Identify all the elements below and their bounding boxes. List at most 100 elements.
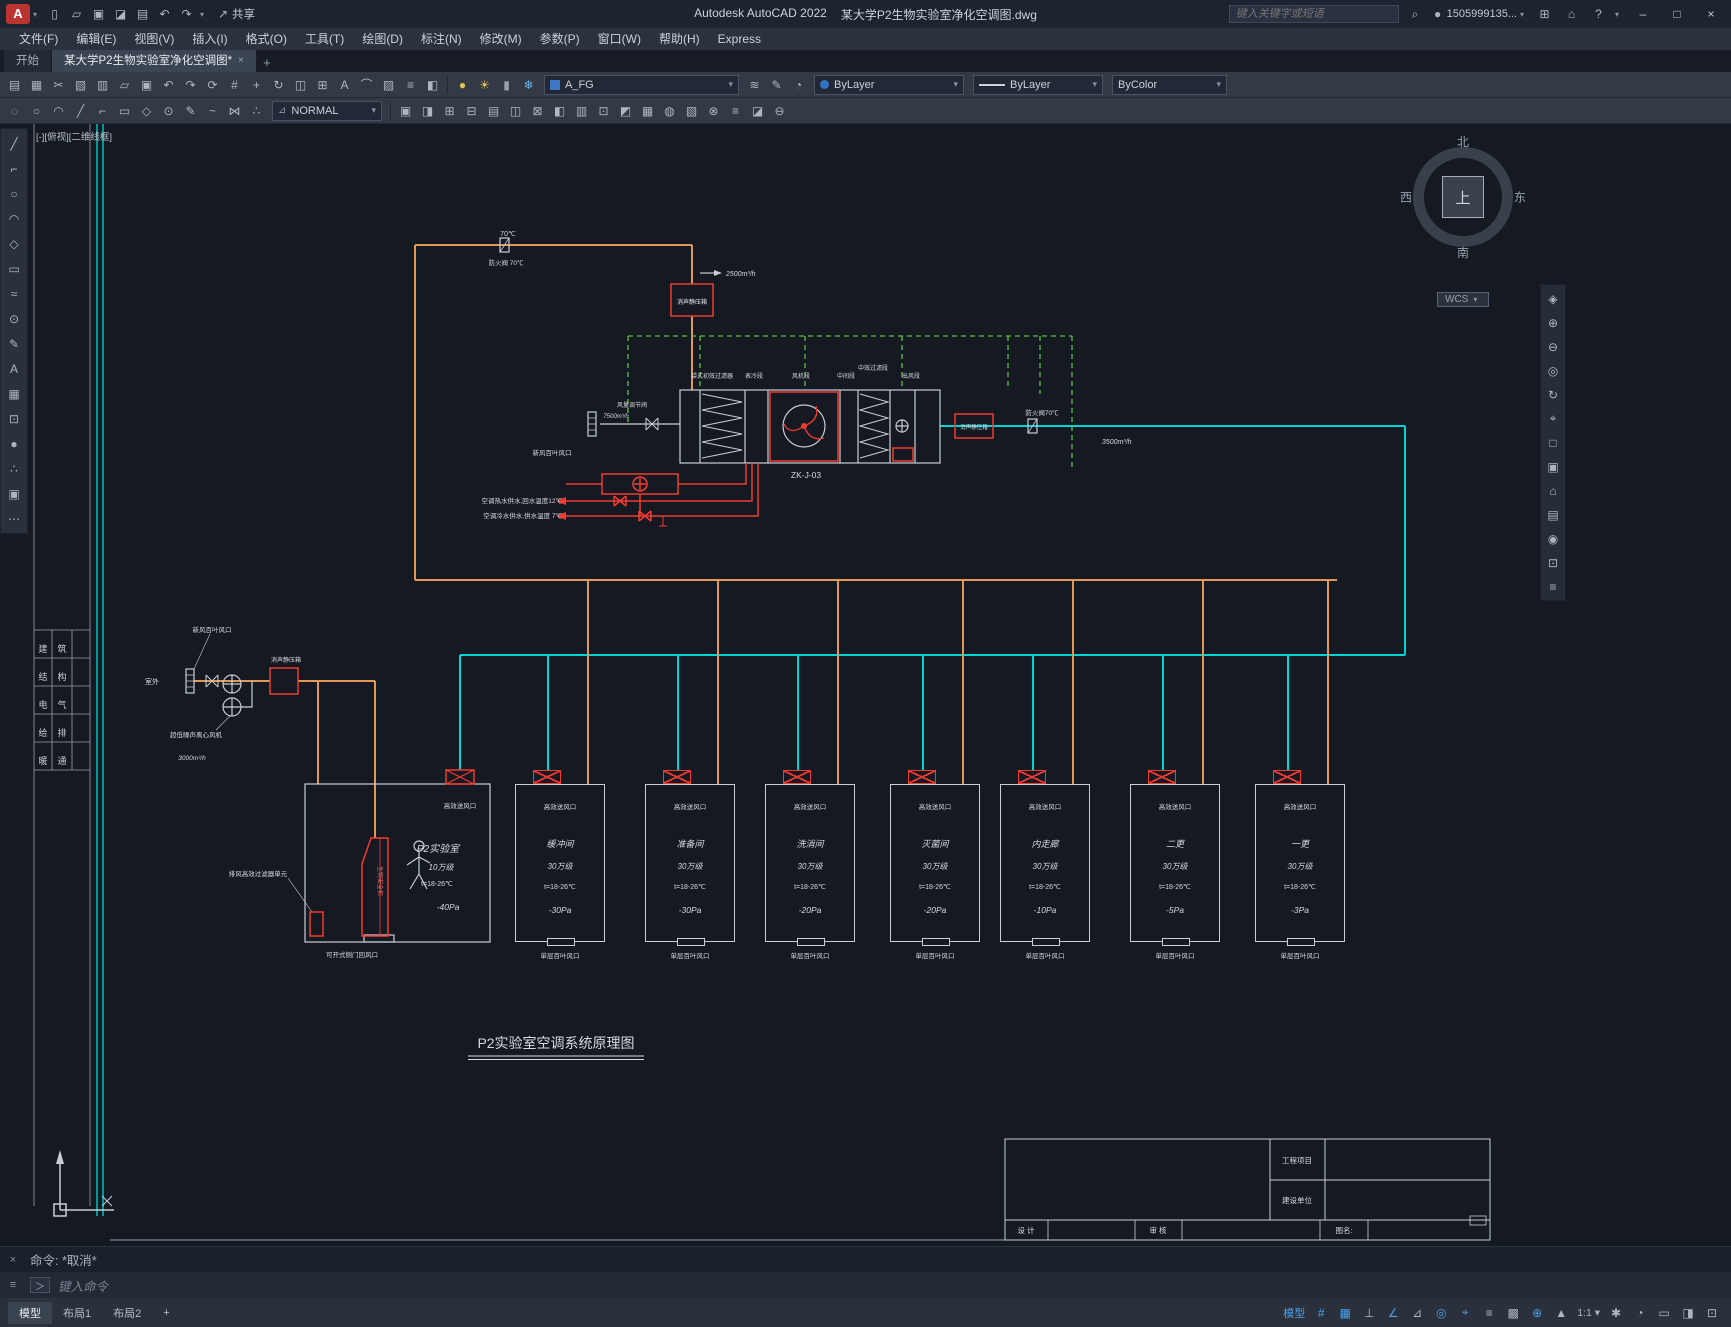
menu-item[interactable]: 工具(T) — [296, 28, 353, 50]
divide-icon[interactable]: ∴ — [3, 457, 25, 480]
transparency-toggle[interactable]: ▩ — [1502, 1302, 1524, 1323]
menu-item[interactable]: 窗口(W) — [589, 28, 650, 50]
polyline-icon[interactable]: ⌐ — [92, 101, 113, 121]
lineweight-toggle[interactable]: ≡ — [1478, 1302, 1500, 1323]
drawing-canvas[interactable]: 建筑 结构 电气 给排 暖通 70℃ 防火阀 70℃ 2500m³/h 消声静压… — [0, 124, 1731, 1246]
dynamic-input-toggle[interactable]: ⊕ — [1526, 1302, 1548, 1323]
zoom-out-icon[interactable]: ⊖ — [1542, 335, 1564, 358]
viewcube-west[interactable]: 西 — [1400, 189, 1412, 206]
fillet-icon[interactable]: ◩ — [615, 101, 636, 121]
spline-icon[interactable]: ~ — [202, 101, 223, 121]
save-icon[interactable]: ▣ — [136, 75, 157, 95]
more-icon[interactable]: ⋯ — [3, 507, 25, 530]
text-icon[interactable]: A — [3, 357, 25, 380]
mirror-icon[interactable]: ◫ — [505, 101, 526, 121]
command-input-placeholder[interactable]: 键入命令 — [58, 1276, 108, 1295]
clean-icon[interactable]: ⊡ — [1542, 551, 1564, 574]
menu-item[interactable]: 修改(M) — [471, 28, 531, 50]
array-icon[interactable]: ⊞ — [312, 75, 333, 95]
undo-icon[interactable]: ↶ — [158, 75, 179, 95]
account-menu[interactable]: ● 1505999135... ▾ — [1432, 4, 1528, 24]
menu-item[interactable]: 文件(F) — [10, 28, 67, 50]
viewcube[interactable]: 上 北 南 西 东 — [1398, 132, 1528, 262]
help-icon[interactable]: ? — [1588, 4, 1609, 24]
viewcube-east[interactable]: 东 — [1514, 189, 1526, 206]
logo-dropdown-icon[interactable]: ▾ — [33, 10, 41, 19]
line-icon[interactable]: ╱ — [70, 101, 91, 121]
multiply-icon[interactable]: ⊗ — [703, 101, 724, 121]
circle-icon[interactable]: ○ — [26, 101, 47, 121]
subtract-icon[interactable]: ⊟ — [461, 101, 482, 121]
layer-freeze-icon[interactable]: ❄ — [518, 75, 539, 95]
tab-start[interactable]: 开始 — [4, 50, 51, 72]
paste-icon[interactable]: ▤ — [4, 75, 25, 95]
help-dropdown-icon[interactable]: ▾ — [1615, 10, 1623, 19]
move-icon[interactable]: + — [246, 75, 267, 95]
minimize-button[interactable]: – — [1629, 3, 1657, 25]
stack-icon[interactable]: ≡ — [725, 101, 746, 121]
intersect-icon[interactable]: ⋈ — [224, 101, 245, 121]
menu-item[interactable]: Express — [709, 28, 770, 50]
rotate-icon[interactable]: ↻ — [268, 75, 289, 95]
tab-layout2[interactable]: 布局2 — [102, 1302, 152, 1324]
steering-wheel-icon[interactable]: ◈ — [1542, 287, 1564, 310]
point-icon[interactable]: ● — [3, 432, 25, 455]
properties-icon[interactable]: ◧ — [422, 75, 443, 95]
autocad-logo[interactable]: A — [6, 4, 30, 24]
explode-icon[interactable]: ⊠ — [527, 101, 548, 121]
orbit-icon[interactable]: ◎ — [1542, 359, 1564, 382]
block-icon[interactable]: ▣ — [3, 482, 25, 505]
plot-icon[interactable]: ▥ — [571, 101, 592, 121]
edit-icon[interactable]: ✎ — [3, 332, 25, 355]
redo-icon[interactable]: ↷ — [176, 4, 197, 24]
ortho-toggle[interactable]: ⊥ — [1358, 1302, 1380, 1323]
open-icon[interactable]: ▱ — [114, 75, 135, 95]
viewcube-top-face[interactable]: 上 — [1442, 176, 1484, 218]
units-display[interactable]: ▭ — [1653, 1302, 1675, 1323]
layer-list-icon[interactable]: ≡ — [400, 75, 421, 95]
center-icon[interactable]: ⌖ — [1542, 407, 1564, 430]
annotation-monitor[interactable]: ◔ — [1629, 1302, 1651, 1323]
menu-icon[interactable]: ≡ — [1542, 575, 1564, 598]
menu-item[interactable]: 视图(V) — [125, 28, 183, 50]
menu-item[interactable]: 绘图(D) — [353, 28, 412, 50]
model-space-toggle[interactable]: 模型 — [1280, 1302, 1308, 1323]
command-input-row[interactable]: ≡ ＞ 键入命令 — [0, 1272, 1731, 1298]
array-icon[interactable]: ⊞ — [439, 101, 460, 121]
refresh-icon[interactable]: ↻ — [1542, 383, 1564, 406]
annotation-scale[interactable]: 1:1 ▾ — [1574, 1302, 1603, 1323]
wipeout-icon[interactable]: ◪ — [747, 101, 768, 121]
grid-icon[interactable]: # — [224, 75, 245, 95]
window-icon[interactable]: ▣ — [1542, 455, 1564, 478]
make-current-icon[interactable]: ✎ — [766, 75, 787, 95]
layer-thaw-sun-icon[interactable]: ☀ — [474, 75, 495, 95]
circle-icon[interactable]: ○ — [3, 182, 25, 205]
color-combo[interactable]: ByLayer ▾ — [814, 74, 964, 95]
target-icon[interactable]: ◉ — [1542, 527, 1564, 550]
zoom-in-icon[interactable]: ⊕ — [1542, 311, 1564, 334]
save-as-icon[interactable]: ◪ — [110, 4, 131, 24]
style-combo[interactable]: ⊿ NORMAL ▾ — [272, 100, 382, 121]
restore-button[interactable]: □ — [1663, 3, 1691, 25]
redo-icon[interactable]: ↷ — [180, 75, 201, 95]
menu-item[interactable]: 标注(N) — [412, 28, 471, 50]
osnap-toggle[interactable]: ◎ — [1430, 1302, 1452, 1323]
share-button[interactable]: ↗ 共享 — [217, 4, 255, 24]
paste-icon[interactable]: ▤ — [483, 101, 504, 121]
qat-dropdown-icon[interactable]: ▾ — [200, 10, 208, 19]
region-icon[interactable]: ⊡ — [593, 101, 614, 121]
sketch-icon[interactable]: ✎ — [180, 101, 201, 121]
search-icon[interactable]: ⌕ — [1405, 4, 1426, 24]
offset-icon[interactable]: ⊖ — [769, 101, 790, 121]
boundary-icon[interactable]: ▧ — [681, 101, 702, 121]
ellipse-icon[interactable]: ⊙ — [3, 307, 25, 330]
new-icon[interactable]: ▯ — [44, 4, 65, 24]
save-icon[interactable]: ▣ — [88, 4, 109, 24]
text-icon[interactable]: A — [334, 75, 355, 95]
cut-icon[interactable]: ✂ — [48, 75, 69, 95]
divide-icon[interactable]: ∴ — [246, 101, 267, 121]
command-close-icon[interactable]: × — [4, 1254, 22, 1266]
isodraft-toggle[interactable]: ⊿ — [1406, 1302, 1428, 1323]
line-icon[interactable]: ╱ — [3, 132, 25, 155]
hatch-icon[interactable]: ▨ — [378, 75, 399, 95]
